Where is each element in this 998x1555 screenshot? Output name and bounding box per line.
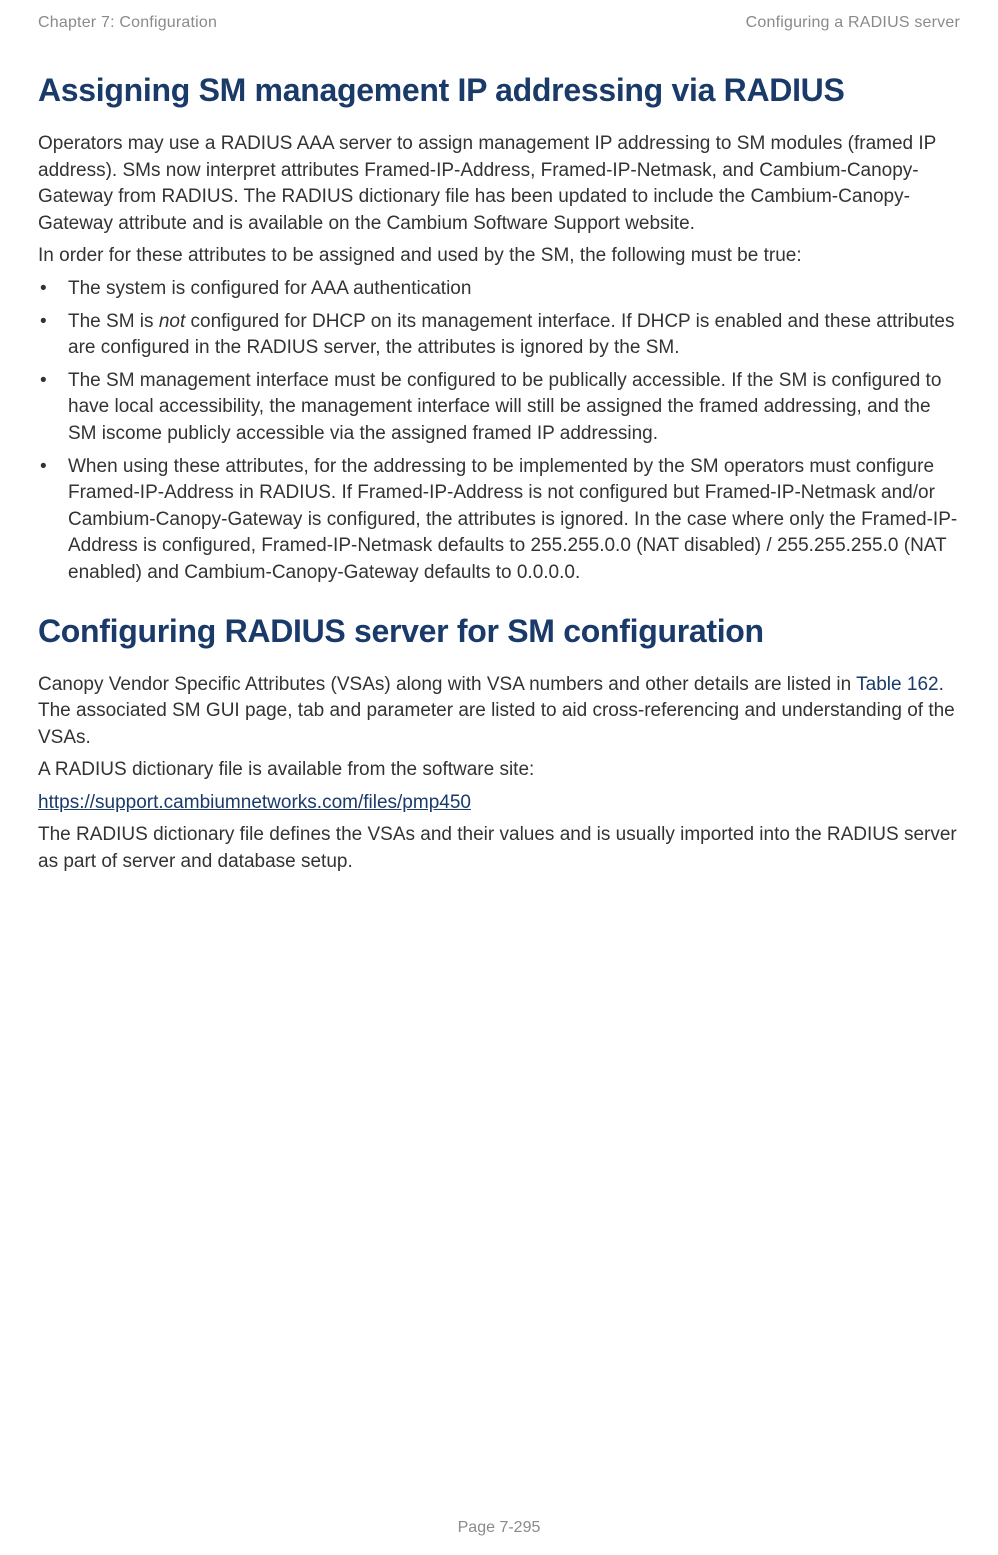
paragraph: Operators may use a RADIUS AAA server to… — [38, 131, 960, 237]
page-footer: Page 7-295 — [0, 1519, 998, 1537]
heading-assigning-sm: Assigning SM management IP addressing vi… — [38, 72, 960, 109]
list-item: The SM management interface must be conf… — [38, 368, 960, 448]
page-header: Chapter 7: Configuration Configuring a R… — [38, 14, 960, 32]
paragraph: A RADIUS dictionary file is available fr… — [38, 757, 960, 784]
support-link[interactable]: https://support.cambiumnetworks.com/file… — [38, 792, 471, 813]
header-section: Configuring a RADIUS server — [746, 14, 960, 32]
list-text: The SM is — [68, 311, 159, 332]
paragraph: Canopy Vendor Specific Attributes (VSAs)… — [38, 672, 960, 752]
cross-reference[interactable]: Table 162 — [856, 674, 938, 695]
heading-configuring-radius: Configuring RADIUS server for SM configu… — [38, 613, 960, 650]
italic-text: not — [159, 311, 185, 332]
paragraph-text: Canopy Vendor Specific Attributes (VSAs)… — [38, 674, 856, 695]
list-text: configured for DHCP on its management in… — [68, 311, 954, 359]
link-line: https://support.cambiumnetworks.com/file… — [38, 790, 960, 817]
bullet-list: The system is configured for AAA authent… — [38, 276, 960, 587]
list-item: When using these attributes, for the add… — [38, 454, 960, 587]
header-chapter: Chapter 7: Configuration — [38, 14, 217, 32]
paragraph: In order for these attributes to be assi… — [38, 243, 960, 270]
list-item: The system is configured for AAA authent… — [38, 276, 960, 303]
paragraph: The RADIUS dictionary file defines the V… — [38, 822, 960, 875]
list-item: The SM is not configured for DHCP on its… — [38, 309, 960, 362]
